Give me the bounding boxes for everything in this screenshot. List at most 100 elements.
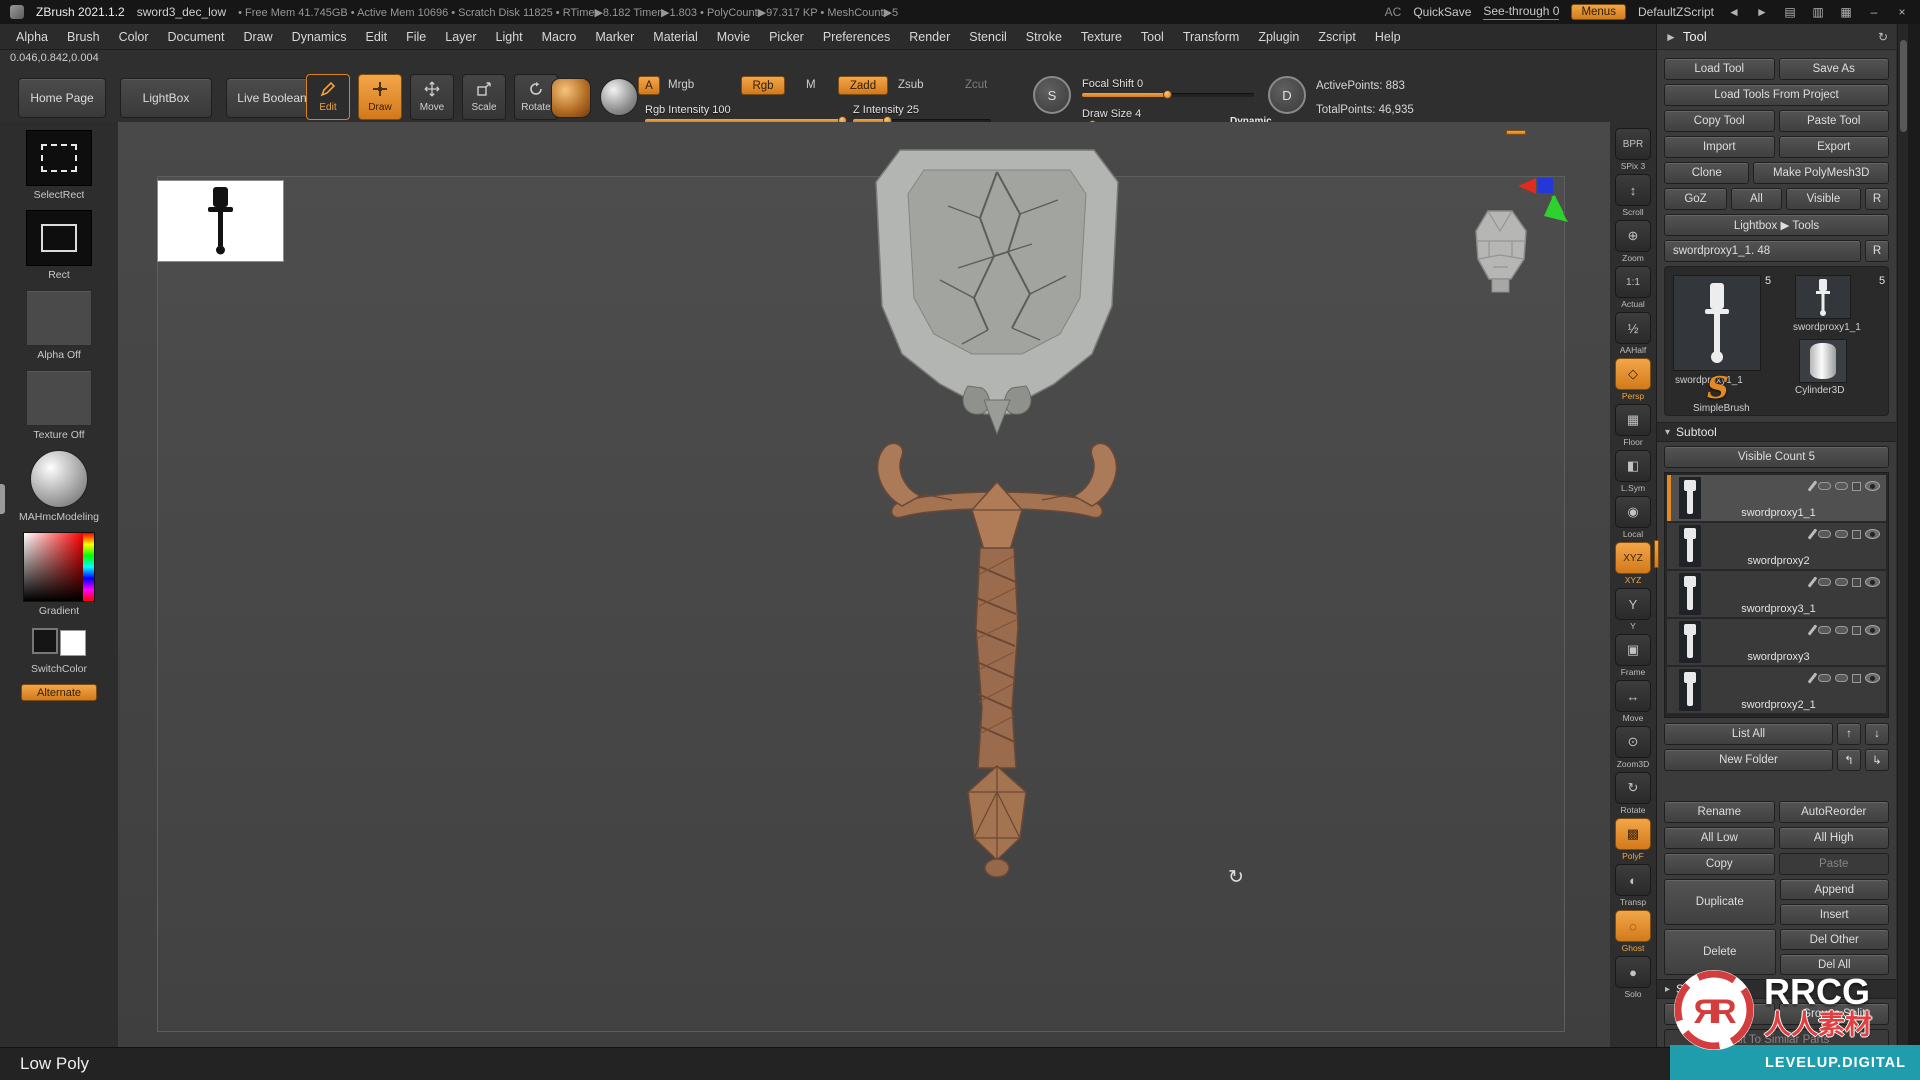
color-picker[interactable]: Gradient <box>23 532 95 617</box>
layer-toggle-icon[interactable] <box>1852 625 1861 635</box>
sculpt-brush-icon[interactable] <box>1807 480 1818 492</box>
hide-right-tray-icon[interactable]: ► <box>1754 5 1770 19</box>
lightbox-tools-button[interactable]: Lightbox ▶ Tools <box>1664 214 1889 236</box>
menu-texture[interactable]: Texture <box>1081 30 1122 44</box>
channel-m-button[interactable]: M <box>806 79 816 91</box>
layer-toggle-icon[interactable] <box>1852 529 1861 539</box>
z-intensity-slider[interactable]: Z Intensity 25 <box>853 104 991 125</box>
goz-button[interactable]: GoZ <box>1664 188 1727 210</box>
menu-document[interactable]: Document <box>168 30 225 44</box>
zadd-button[interactable]: Zadd <box>838 76 888 95</box>
sculpt-brush-icon[interactable] <box>1807 528 1818 540</box>
material-sphere[interactable] <box>600 78 638 116</box>
persp-button[interactable]: ◇ Persp <box>1615 358 1651 401</box>
polyframe-button[interactable]: ▩ PolyF <box>1615 818 1651 861</box>
aahalf-button[interactable]: ½ AAHalf <box>1615 312 1651 355</box>
layer-toggle-icon[interactable] <box>1852 481 1861 491</box>
eye-visibility-icon[interactable] <box>1865 577 1880 587</box>
viewport-canvas[interactable]: ↻ <box>118 122 1610 1047</box>
rgb-intensity-slider[interactable]: Rgb Intensity 100 <box>645 104 847 125</box>
menu-render[interactable]: Render <box>909 30 950 44</box>
menu-file[interactable]: File <box>406 30 426 44</box>
draw-mode-button[interactable]: Draw <box>358 74 402 120</box>
menu-color[interactable]: Color <box>119 30 149 44</box>
menu-zplugin[interactable]: Zplugin <box>1258 30 1299 44</box>
subtool-row-swordproxy2-1[interactable]: swordproxy2_1 <box>1667 667 1886 713</box>
polypaint-toggle-icon[interactable] <box>1818 482 1831 490</box>
gradient-picker-icon[interactable] <box>23 532 95 602</box>
menu-marker[interactable]: Marker <box>595 30 634 44</box>
menu-tool[interactable]: Tool <box>1141 30 1164 44</box>
bpr-button[interactable]: BPR SPix 3 <box>1615 128 1651 171</box>
menu-brush[interactable]: Brush <box>67 30 100 44</box>
menu-transform[interactable]: Transform <box>1183 30 1240 44</box>
palette-restore-icon[interactable]: ↻ <box>1878 30 1888 44</box>
paste-tool-button[interactable]: Paste Tool <box>1778 110 1889 132</box>
save-as-button[interactable]: Save As <box>1778 58 1889 80</box>
menu-edit[interactable]: Edit <box>366 30 388 44</box>
right-tray-handle[interactable] <box>1654 540 1659 568</box>
transparency-button[interactable]: ◐ Transp <box>1615 864 1651 907</box>
menu-dynamics[interactable]: Dynamics <box>292 30 347 44</box>
move-down-button[interactable]: ↓ <box>1865 723 1889 745</box>
actual-button[interactable]: 1:1 Actual <box>1615 266 1651 309</box>
subtool-row-swordproxy1-1[interactable]: swordproxy1_1 <box>1667 475 1886 521</box>
menu-layer[interactable]: Layer <box>445 30 476 44</box>
menu-zscript[interactable]: Zscript <box>1318 30 1356 44</box>
goz-all-button[interactable]: All <box>1731 188 1782 210</box>
zoom3d-button[interactable]: ⊙ Zoom3D <box>1615 726 1651 769</box>
import-button[interactable]: Import <box>1664 136 1775 158</box>
floor-button[interactable]: ▦ Floor <box>1615 404 1651 447</box>
layout-three-icon[interactable]: ▦ <box>1838 5 1854 19</box>
menu-stencil[interactable]: Stencil <box>969 30 1007 44</box>
eye-visibility-icon[interactable] <box>1865 673 1880 683</box>
insert-button[interactable]: Insert <box>1779 904 1889 925</box>
subtool-row-swordproxy3-1[interactable]: swordproxy3_1 <box>1667 571 1886 617</box>
local-button[interactable]: ◉ Local <box>1615 496 1651 539</box>
menu-help[interactable]: Help <box>1375 30 1401 44</box>
zsub-button[interactable]: Zsub <box>898 79 924 91</box>
tool-palette-header[interactable]: ► Tool ↻ <box>1657 24 1896 50</box>
menu-stroke[interactable]: Stroke <box>1026 30 1062 44</box>
xyz-button[interactable]: XYZ XYZ <box>1615 542 1651 585</box>
ghost-button[interactable]: ◌ Ghost <box>1615 910 1651 953</box>
palette-grab-icon[interactable]: ► <box>1665 30 1677 44</box>
polypaint-toggle-icon[interactable] <box>1818 626 1831 634</box>
current-tool-button[interactable]: swordproxy1_1. 48 <box>1664 240 1861 262</box>
stroke-rect[interactable]: Rect <box>26 210 92 281</box>
material-selector[interactable]: MAHmcModeling <box>19 450 99 523</box>
current-tool-thumbnail[interactable] <box>1673 275 1761 371</box>
channel-a-button[interactable]: A <box>638 76 660 95</box>
menu-preferences[interactable]: Preferences <box>823 30 890 44</box>
all-low-button[interactable]: All Low <box>1664 827 1775 849</box>
move-out-folder-button[interactable]: ↰ <box>1837 749 1861 771</box>
lightbox-button[interactable]: LightBox <box>120 78 212 118</box>
subtool-row-swordproxy3[interactable]: swordproxy3 <box>1667 619 1886 665</box>
load-tools-from-project-button[interactable]: Load Tools From Project <box>1664 84 1889 106</box>
frame-button[interactable]: ▣ Frame <box>1615 634 1651 677</box>
eye-visibility-icon[interactable] <box>1865 481 1880 491</box>
uv-toggle-icon[interactable] <box>1835 578 1848 586</box>
goz-r-button[interactable]: R <box>1865 188 1889 210</box>
home-page-button[interactable]: Home Page <box>18 78 106 118</box>
sculpt-brush-icon[interactable] <box>1807 672 1818 684</box>
layer-toggle-icon[interactable] <box>1852 673 1861 683</box>
alternate-button[interactable]: Alternate <box>21 684 97 701</box>
menu-light[interactable]: Light <box>496 30 523 44</box>
current-material-swatch[interactable] <box>551 78 591 118</box>
export-button[interactable]: Export <box>1778 136 1889 158</box>
simplebrush-icon[interactable]: S <box>1707 371 1729 406</box>
move-mode-button[interactable]: Move <box>410 74 454 120</box>
panel-scrollbar[interactable] <box>1897 24 1908 1080</box>
layout-one-icon[interactable]: ▤ <box>1782 5 1798 19</box>
sculpt-brush-icon[interactable] <box>1807 624 1818 636</box>
copy-subtool-button[interactable]: Copy <box>1664 853 1775 875</box>
menu-draw[interactable]: Draw <box>244 30 273 44</box>
menu-movie[interactable]: Movie <box>717 30 750 44</box>
solo-button[interactable]: ● Solo <box>1615 956 1651 999</box>
minimize-icon[interactable]: – <box>1866 5 1882 19</box>
layer-toggle-icon[interactable] <box>1852 577 1861 587</box>
duplicate-button[interactable]: Duplicate <box>1664 879 1776 925</box>
append-button[interactable]: Append <box>1779 879 1889 900</box>
subtool-section-header[interactable]: ▾ Subtool <box>1657 422 1896 442</box>
